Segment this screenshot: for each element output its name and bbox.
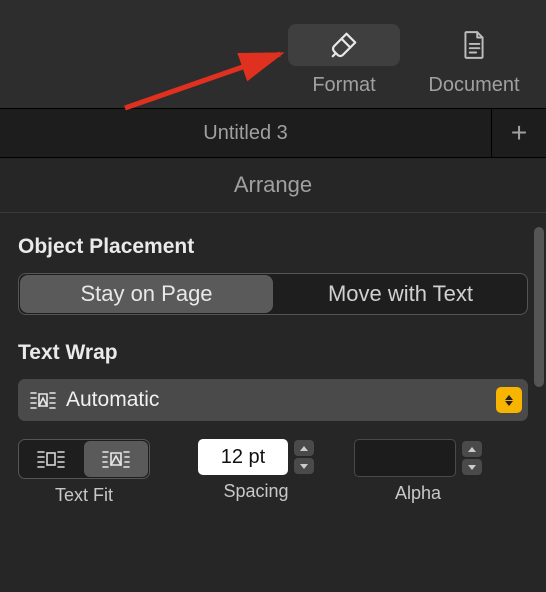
stay-on-page-option[interactable]: Stay on Page bbox=[20, 275, 273, 313]
text-wrap-label: Text Wrap bbox=[18, 341, 528, 365]
document-icon bbox=[418, 24, 530, 66]
stay-on-page-label: Stay on Page bbox=[80, 281, 212, 307]
spacing-stepper bbox=[294, 440, 314, 474]
alpha-field bbox=[354, 439, 482, 477]
document-tool-label: Document bbox=[428, 74, 519, 97]
spacing-field bbox=[198, 439, 314, 475]
spacing-step-up[interactable] bbox=[294, 440, 314, 456]
alpha-step-up[interactable] bbox=[462, 441, 482, 457]
alpha-label: Alpha bbox=[395, 483, 441, 504]
format-tool-label: Format bbox=[312, 74, 375, 97]
top-toolbar: Format Document bbox=[0, 0, 546, 108]
alpha-input[interactable] bbox=[354, 439, 456, 477]
document-tab-title: Untitled 3 bbox=[203, 122, 288, 145]
object-placement-label: Object Placement bbox=[18, 235, 528, 259]
fit-loose-icon bbox=[101, 448, 131, 470]
alpha-step-down[interactable] bbox=[462, 459, 482, 475]
document-tab[interactable]: Untitled 3 bbox=[0, 109, 492, 157]
spacing-input[interactable] bbox=[198, 439, 288, 475]
paintbrush-icon bbox=[288, 24, 400, 66]
fit-tight-icon bbox=[36, 448, 66, 470]
inspector-tab-arrange[interactable]: Arrange bbox=[0, 158, 546, 213]
plus-icon: + bbox=[511, 117, 527, 149]
annotation-arrow bbox=[120, 48, 300, 118]
text-fit-group: Text Fit bbox=[18, 439, 150, 506]
tab-bar: Untitled 3 + bbox=[0, 108, 546, 158]
wrap-controls-row: Text Fit Spacing Alpha bbox=[18, 439, 528, 506]
move-with-text-label: Move with Text bbox=[328, 281, 473, 307]
text-fit-segmented bbox=[18, 439, 150, 479]
text-fit-label: Text Fit bbox=[55, 485, 113, 506]
text-wrap-dropdown[interactable]: Automatic bbox=[18, 379, 528, 421]
spacing-step-down[interactable] bbox=[294, 458, 314, 474]
inspector-tab-label: Arrange bbox=[234, 172, 312, 198]
panel-scrollbar[interactable] bbox=[534, 227, 544, 581]
text-fit-loose[interactable] bbox=[84, 441, 148, 477]
alpha-group: Alpha bbox=[354, 439, 482, 504]
dropdown-arrows-icon bbox=[496, 387, 522, 413]
wrap-auto-icon bbox=[30, 390, 56, 410]
object-placement-segmented: Stay on Page Move with Text bbox=[18, 273, 528, 315]
arrange-panel: Object Placement Stay on Page Move with … bbox=[0, 213, 546, 592]
spacing-group: Spacing bbox=[198, 439, 314, 502]
format-tool[interactable]: Format bbox=[288, 24, 400, 97]
scroll-thumb[interactable] bbox=[534, 227, 544, 387]
add-tab-button[interactable]: + bbox=[492, 109, 546, 157]
move-with-text-option[interactable]: Move with Text bbox=[274, 274, 527, 314]
text-wrap-value: Automatic bbox=[66, 388, 486, 412]
document-tool[interactable]: Document bbox=[418, 24, 530, 97]
alpha-stepper bbox=[462, 441, 482, 475]
text-fit-tight[interactable] bbox=[19, 440, 83, 478]
spacing-label: Spacing bbox=[223, 481, 288, 502]
